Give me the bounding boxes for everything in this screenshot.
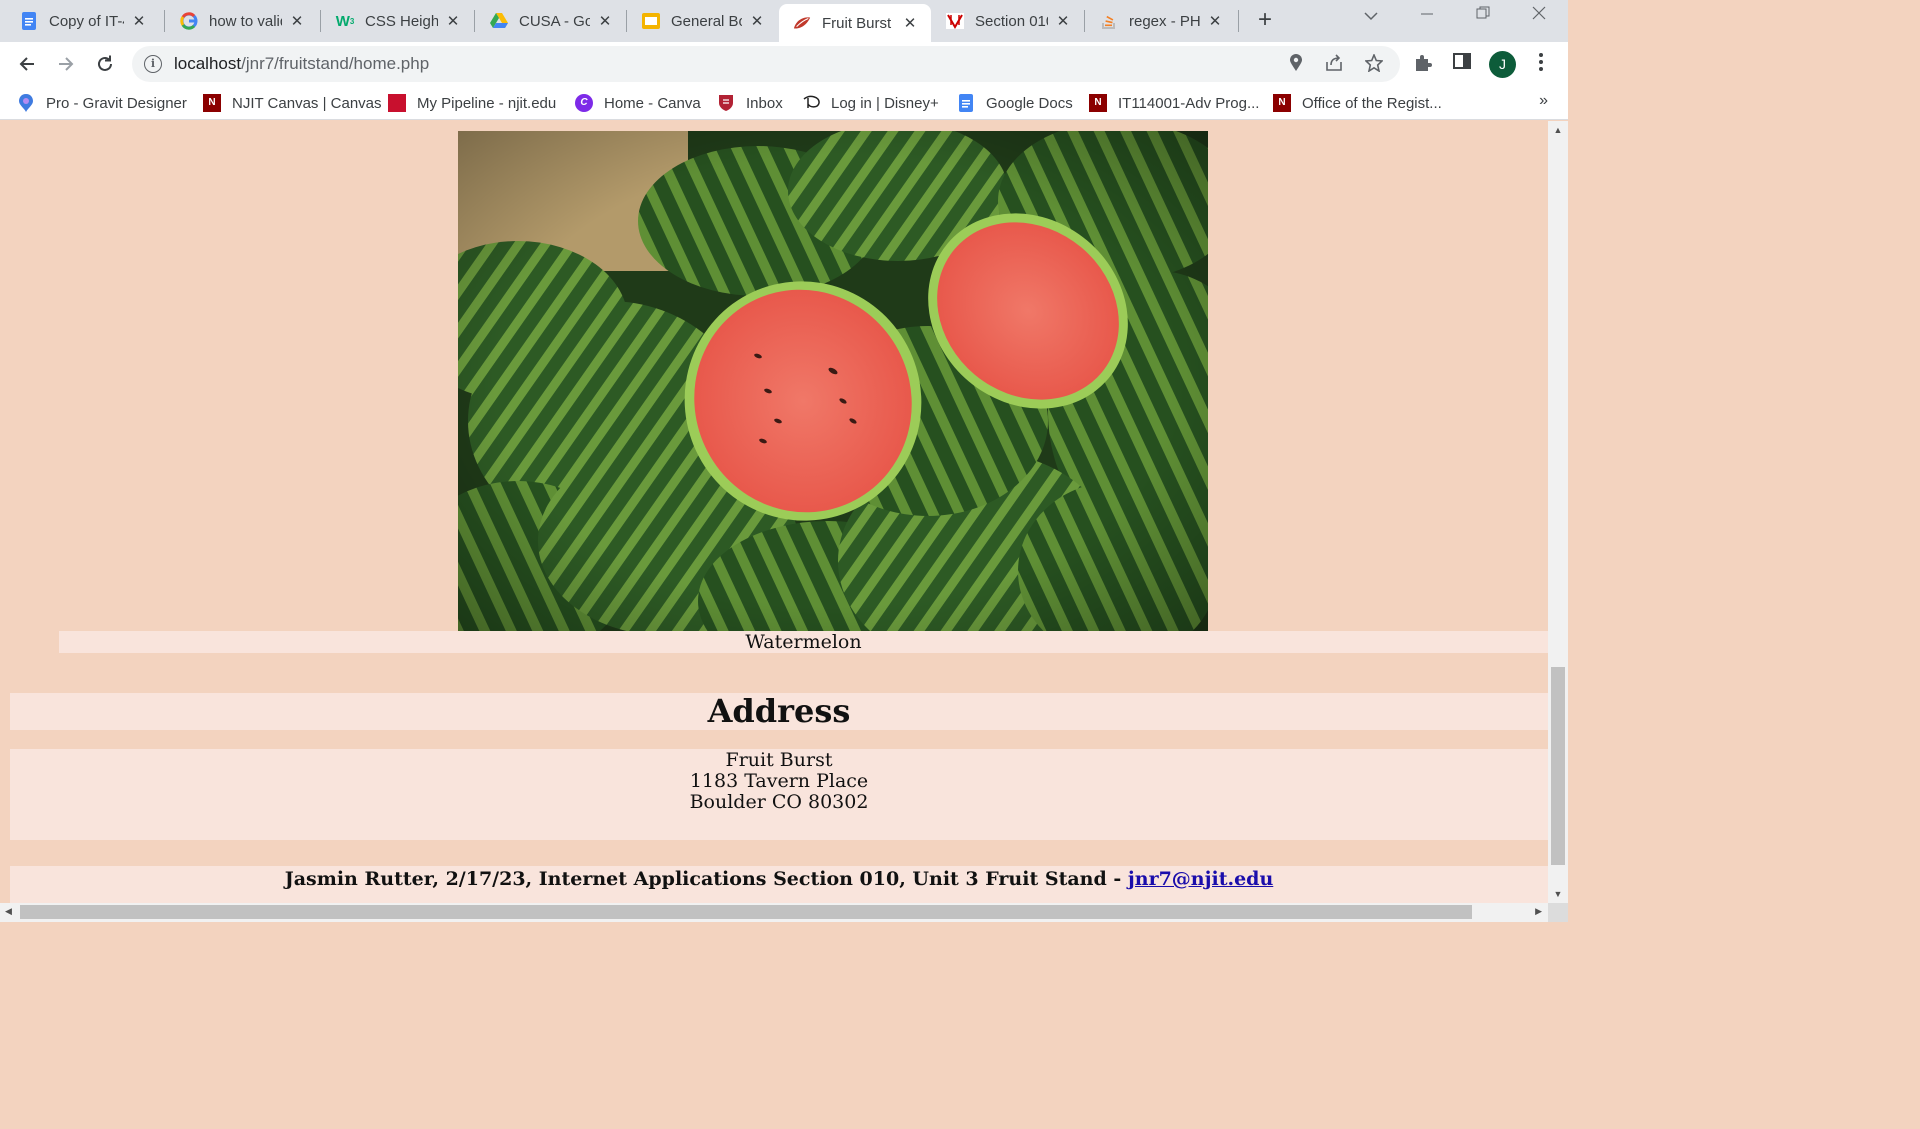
bookmarks-bar: Pro - Gravit Designer N NJIT Canvas | Ca… [0,86,1568,120]
tab-separator [164,10,165,32]
njit-icon: N [1089,94,1107,112]
tab-copy-of-it[interactable]: Copy of IT-4 ✕ [6,4,160,38]
footer-credit-text: Jasmin Rutter, 2/17/23, Internet Applica… [284,868,1128,890]
url-text[interactable]: localhost/jnr7/fruitstand/home.php [174,54,429,74]
tab-regex-php[interactable]: regex - PHP ✕ [1086,4,1236,38]
bookmark-gravit[interactable]: Pro - Gravit Designer [17,92,187,114]
bookmark-registrar[interactable]: N Office of the Regist... [1273,92,1442,114]
reload-icon[interactable] [92,51,118,77]
tab-title: Section 010 [975,12,1048,30]
address-bar[interactable]: i localhost/jnr7/fruitstand/home.php [132,46,1400,82]
close-icon[interactable]: ✕ [901,14,919,32]
location-pin-icon[interactable] [1286,54,1306,74]
tab-separator [1238,10,1239,32]
close-icon[interactable]: ✕ [1054,12,1072,30]
bookmark-njit-canvas[interactable]: N NJIT Canvas | Canvas [203,92,382,114]
address-line: 1183 Tavern Place [689,770,869,792]
canva-icon: C [575,94,593,112]
gravit-icon [17,94,35,112]
google-docs-icon [957,94,975,112]
stackoverflow-icon [1100,12,1118,30]
scroll-left-arrow-icon[interactable]: ◀ [5,906,12,917]
footer-email-link[interactable]: jnr7@njit.edu [1128,868,1273,890]
extensions-puzzle-icon[interactable] [1411,52,1435,76]
photo-caption: Watermelon [59,631,1548,653]
bookmark-disney-plus[interactable]: Log in | Disney+ [802,92,939,114]
back-arrow-icon[interactable] [14,51,40,77]
site-info-icon[interactable]: i [144,55,162,73]
njit-icon: N [203,94,221,112]
share-icon[interactable] [1324,54,1344,74]
tab-general-board[interactable]: General Bo ✕ [628,4,778,38]
address-line: Fruit Burst [725,749,833,771]
menu-kebab-icon[interactable] [1529,52,1553,76]
close-icon[interactable]: ✕ [1206,12,1224,30]
fruit-icon [793,14,811,32]
bookmark-google-docs[interactable]: Google Docs [957,92,1073,114]
horizontal-scroll-thumb[interactable] [20,905,1472,919]
window-close-icon[interactable] [1524,6,1554,25]
side-panel-icon[interactable] [1450,52,1474,76]
new-tab-button[interactable]: + [1253,8,1277,33]
tab-css-height[interactable]: W3 CSS Height, ✕ [322,4,474,38]
tab-title: regex - PHP [1129,12,1200,30]
address-block: Fruit Burst 1183 Tavern Place Boulder CO… [10,749,1548,840]
tab-title: CUSA - Goo [519,12,590,30]
more-bookmarks-chevron-icon[interactable]: » [1539,92,1548,110]
bookmark-canva[interactable]: C Home - Canva [575,92,701,114]
tab-strip: Copy of IT-4 ✕ how to valid ✕ W3 CSS Hei… [0,0,1568,42]
page-footer: Jasmin Rutter, 2/17/23, Internet Applica… [10,866,1548,903]
horizontal-scrollbar[interactable]: ◀ ▶ [0,903,1548,922]
tab-title: how to valid [209,12,282,30]
njit-icon: N [1273,94,1291,112]
address-line: Boulder CO 80302 [689,791,869,813]
close-icon[interactable]: ✕ [444,12,462,30]
tab-separator [474,10,475,32]
tab-search-icon[interactable] [1356,8,1386,26]
tab-separator [626,10,627,32]
scrollbar-corner [1548,903,1568,922]
profile-avatar[interactable]: J [1489,51,1516,78]
scroll-right-arrow-icon[interactable]: ▶ [1535,906,1542,917]
tab-how-to-validate[interactable]: how to valid ✕ [166,4,318,38]
disney-icon [802,94,820,112]
tab-fruit-burst[interactable]: Fruit Burst ✕ [779,4,931,42]
scroll-up-arrow-icon[interactable]: ▲ [1552,125,1564,135]
bookmark-inbox[interactable]: Inbox [717,92,783,114]
close-icon[interactable]: ✕ [748,12,766,30]
browser-toolbar: i localhost/jnr7/fruitstand/home.php J [0,42,1568,86]
bookmark-it114[interactable]: N IT114001-Adv Prog... [1089,92,1259,114]
google-docs-icon [20,12,38,30]
tab-cusa[interactable]: CUSA - Goo ✕ [476,4,626,38]
restore-icon[interactable] [1468,6,1498,25]
vertical-scroll-thumb[interactable] [1551,667,1565,865]
tab-separator [1084,10,1085,32]
vertical-scrollbar[interactable]: ▲ ▼ [1548,121,1568,903]
tab-title: CSS Height, [365,12,438,30]
tab-section-010[interactable]: Section 010 ✕ [932,4,1084,38]
google-icon [180,12,198,30]
pipeline-icon [388,94,406,112]
bookmark-my-pipeline[interactable]: My Pipeline - njit.edu [388,92,556,114]
watermelon-photo [458,131,1208,631]
google-drive-icon [490,12,508,30]
close-icon[interactable]: ✕ [288,12,306,30]
bookmark-star-icon[interactable] [1364,52,1384,74]
minimize-icon[interactable] [1412,6,1442,25]
close-icon[interactable]: ✕ [130,12,148,30]
google-slides-icon [642,12,660,30]
njit-icon [946,12,964,30]
tab-title: General Bo [671,12,742,30]
close-icon[interactable]: ✕ [596,12,614,30]
w3schools-icon: W3 [335,12,355,30]
shield-icon [717,94,735,112]
forward-arrow-icon[interactable] [53,51,79,77]
tab-title: Fruit Burst [822,14,892,32]
address-heading: Address [10,693,1548,730]
tab-title: Copy of IT-4 [49,12,124,30]
scroll-down-arrow-icon[interactable]: ▼ [1552,889,1564,899]
page-viewport: Watermelon Address Fruit Burst 1183 Tave… [0,121,1548,903]
tab-separator [320,10,321,32]
